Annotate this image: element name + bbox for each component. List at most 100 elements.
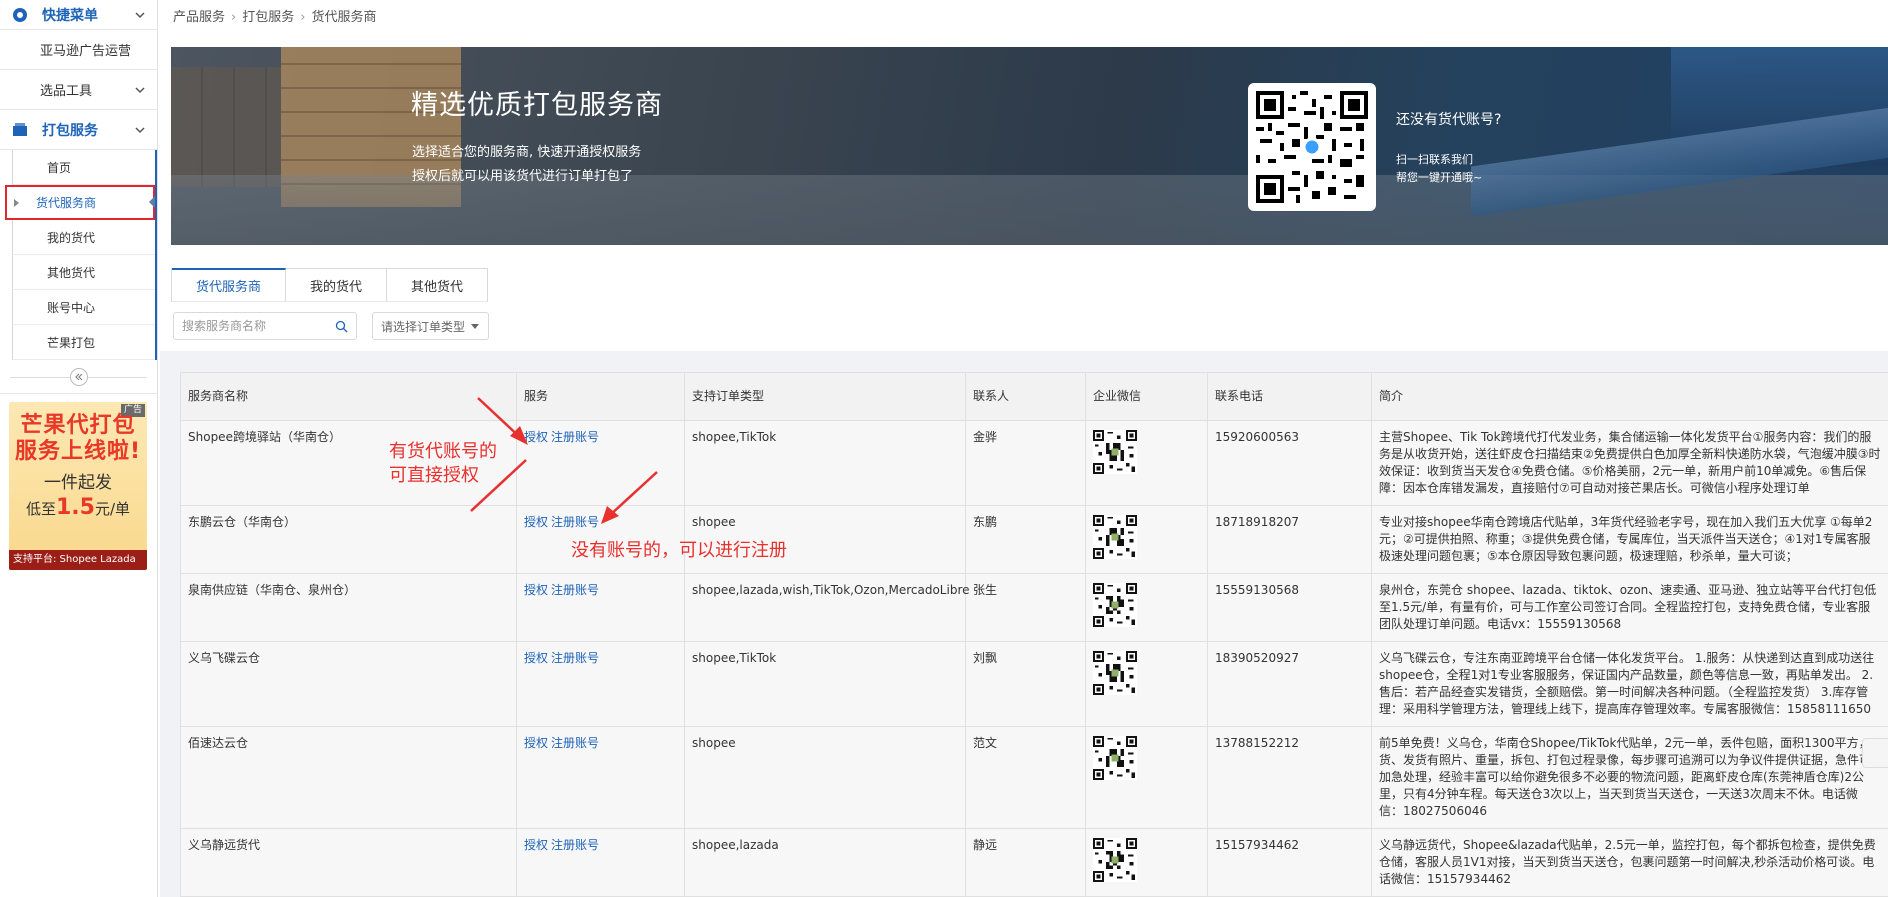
- tab-my-forwarder[interactable]: 我的货代: [286, 269, 388, 301]
- provider-name: 义乌飞碟云仓: [180, 641, 517, 727]
- sidebar-item-other-forwarder[interactable]: 其他货代: [12, 255, 155, 290]
- banner-scan-text: 扫一扫联系我们: [1396, 153, 1473, 166]
- register-account-link[interactable]: 注册账号: [551, 838, 599, 852]
- breadcrumb-item[interactable]: 打包服务: [242, 10, 294, 25]
- wecom-qr-cell: [1085, 573, 1208, 642]
- wecom-qr-code: [1093, 583, 1137, 627]
- package-icon: [12, 122, 28, 138]
- authorize-link[interactable]: 授权: [524, 583, 548, 597]
- sidebar-item-mango-packing[interactable]: 芒果打包: [12, 325, 155, 360]
- search-icon[interactable]: [335, 320, 348, 333]
- supported-order-types: shopee,lazada,wish,TikTok,Ozon,MercadoLi…: [684, 573, 970, 642]
- supported-order-types: shopee,TikTok: [684, 641, 966, 727]
- phone-number: 15559130568: [1207, 573, 1372, 642]
- column-header: 服务: [516, 372, 685, 421]
- chevron-down-icon: [135, 126, 145, 133]
- provider-intro: 主营Shopee、Tik Tok跨境代打代发业务，集合储运输一体化发货平台①服务…: [1371, 420, 1888, 506]
- authorize-link[interactable]: 授权: [524, 838, 548, 852]
- breadcrumb: 产品服务 › 打包服务 › 货代服务商: [173, 6, 376, 25]
- banner-help-text: 帮您一键开通哦~: [1396, 171, 1483, 184]
- quick-menu[interactable]: 快捷菜单: [0, 0, 157, 30]
- provider-name: 泉南供应链（华南仓、泉州仓）: [180, 573, 517, 642]
- contact-person: 东鹏: [965, 505, 1086, 574]
- wecom-qr-code: [1093, 430, 1137, 474]
- authorize-link[interactable]: 授权: [524, 736, 548, 750]
- provider-intro: 义乌飞碟云仓，专注东南亚跨境平台仓储一体化发货平台。 1.服务：从快递到达直到成…: [1371, 641, 1888, 727]
- sidebar-item-home[interactable]: 首页: [12, 150, 155, 185]
- quick-menu-label: 快捷菜单: [42, 7, 98, 24]
- ad-subline: 一件起发: [44, 473, 112, 493]
- authorize-link[interactable]: 授权: [524, 430, 548, 444]
- table-row: 义乌静远货代 授权 注册账号 shopee,lazada 静远 151579344…: [180, 828, 1888, 897]
- tab-other-forwarder[interactable]: 其他货代: [387, 269, 488, 301]
- register-account-link[interactable]: 注册账号: [551, 736, 599, 750]
- authorize-link[interactable]: 授权: [524, 515, 548, 529]
- wecom-qr-cell: [1085, 726, 1208, 829]
- banner-title: 精选优质打包服务商: [411, 90, 663, 121]
- service-actions: 授权 注册账号: [516, 573, 685, 642]
- wecom-qr-code: [1093, 736, 1137, 780]
- annotation-text: 有货代账号的: [389, 441, 497, 462]
- chevron-down-icon: [135, 11, 145, 18]
- sidebar-item-my-forwarder[interactable]: 我的货代: [12, 220, 155, 255]
- service-actions: 授权 注册账号: [516, 726, 685, 829]
- wecom-qr-cell: [1085, 420, 1208, 506]
- search-box: [173, 312, 357, 340]
- provider-name: 义乌静远货代: [180, 828, 517, 897]
- breadcrumb-item: 货代服务商: [311, 10, 377, 25]
- floating-service-button[interactable]: [1862, 738, 1888, 768]
- contact-person: 刘飘: [965, 641, 1086, 727]
- service-actions: 授权 注册账号: [516, 420, 685, 506]
- register-account-link[interactable]: 注册账号: [551, 515, 599, 529]
- phone-number: 13788152212: [1207, 726, 1372, 829]
- ad-headline-2: 服务上线啦!: [14, 439, 142, 464]
- table-row: 泉南供应链（华南仓、泉州仓） 授权 注册账号 shopee,lazada,wish…: [180, 573, 1888, 642]
- ad-price-prefix: 低至: [25, 500, 56, 518]
- mango-packing-ad[interactable]: 广告 芒果代打包 服务上线啦! 一件起发 低至1.5元/单 支持平台: Shop…: [9, 402, 147, 570]
- provider-intro: 前5单免费！义乌仓，华南仓Shopee/TikTok代贴单，2元一单，丢件包赔，…: [1371, 726, 1888, 829]
- supported-order-types: shopee,TikTok: [684, 420, 966, 506]
- search-input[interactable]: [182, 319, 335, 333]
- phone-number: 18718918207: [1207, 505, 1372, 574]
- table-header-row: 服务商名称 服务 支持订单类型 联系人 企业微信 联系电话 简介: [180, 372, 1888, 421]
- menu-amazon-ads[interactable]: 亚马逊广告运营: [0, 30, 157, 70]
- tab-bar: 货代服务商 我的货代 其他货代: [171, 268, 489, 302]
- register-account-link[interactable]: 注册账号: [551, 583, 599, 597]
- ad-headline-1: 芒果代打包: [20, 413, 136, 438]
- column-header: 联系电话: [1207, 372, 1372, 421]
- menu-packing-service[interactable]: 打包服务: [0, 110, 157, 150]
- authorize-link[interactable]: 授权: [524, 651, 548, 665]
- breadcrumb-separator: ›: [300, 10, 306, 25]
- supported-order-types: shopee,lazada: [684, 828, 966, 897]
- phone-number: 15157934462: [1207, 828, 1372, 897]
- column-header: 支持订单类型: [684, 372, 966, 421]
- register-account-link[interactable]: 注册账号: [551, 430, 599, 444]
- provider-intro: 专业对接shopee华南仓跨境店代贴单，3年货代经验老字号，现在加入我们五大优享…: [1371, 505, 1888, 574]
- banner-background: [171, 67, 281, 187]
- register-account-link[interactable]: 注册账号: [551, 651, 599, 665]
- menu-select-tools[interactable]: 选品工具: [0, 70, 157, 110]
- sidebar-item-forwarder-providers[interactable]: 货代服务商: [5, 185, 155, 220]
- breadcrumb-item[interactable]: 产品服务: [173, 10, 225, 25]
- sidebar: 快捷菜单 亚马逊广告运营 选品工具 打包服务 首页 货代服务商 我的货代 其他货…: [0, 0, 158, 897]
- table-row: 东鹏云仓（华南仓） 授权 注册账号 shopee 东鹏 18718918207 专…: [180, 505, 1888, 574]
- annotation-text: 可直接授权: [389, 465, 479, 486]
- menu-amazon-ads-label: 亚马逊广告运营: [40, 44, 132, 59]
- gear-icon: [12, 7, 28, 23]
- tab-forwarder-providers[interactable]: 货代服务商: [172, 268, 287, 301]
- caret-down-icon: [471, 323, 480, 329]
- provider-name: 佰速达云仓: [180, 726, 517, 829]
- collapse-sidebar-button[interactable]: [69, 367, 88, 386]
- breadcrumb-separator: ›: [231, 10, 237, 25]
- wecom-qr-cell: [1085, 828, 1208, 897]
- service-actions: 授权 注册账号: [516, 641, 685, 727]
- ad-price-line: 低至1.5元/单: [9, 495, 147, 522]
- ad-price: 1.5: [55, 495, 95, 520]
- order-type-select[interactable]: 请选择订单类型: [372, 312, 489, 340]
- ad-price-unit: 元/单: [94, 500, 131, 518]
- column-header: 联系人: [965, 372, 1086, 421]
- sidebar-item-account-center[interactable]: 账号中心: [12, 290, 155, 325]
- column-header: 服务商名称: [180, 372, 517, 421]
- annotation-no-account: 没有账号的，可以进行注册: [571, 540, 787, 561]
- chevron-down-icon: [135, 86, 145, 93]
